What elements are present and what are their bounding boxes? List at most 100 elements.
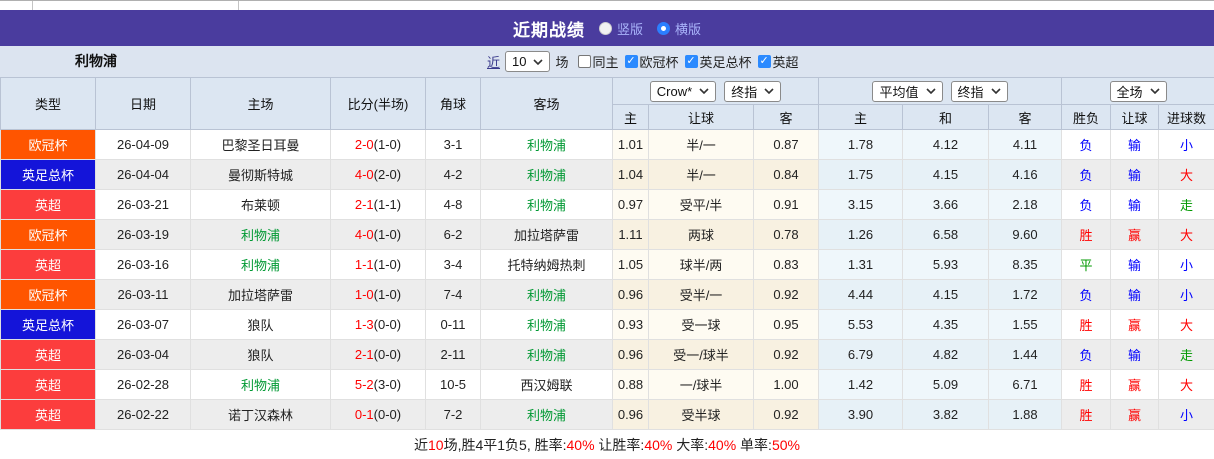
table-row: 欧冠杯 26-03-11 加拉塔萨雷 1-0(1-0) 7-4 利物浦 0.96… [0, 279, 1214, 310]
chevron-down-icon [533, 58, 544, 65]
cell-asia-handicap: 一/球半 [648, 369, 754, 400]
cell-asia-home-odds: 0.96 [612, 279, 649, 310]
cell-score: 1-3(0-0) [330, 309, 426, 340]
filter-checkbox-欧冠杯[interactable]: ✓ 欧冠杯 [624, 52, 679, 71]
cell-result-goals: 小 [1157, 399, 1214, 430]
cell-away-team: 西汉姆联 [480, 369, 613, 400]
cell-result-goals: 小 [1157, 249, 1214, 280]
cell-asia-home-odds: 0.88 [612, 369, 649, 400]
layout-option-vertical[interactable]: 竖版 [598, 19, 643, 38]
cell-away-team: 托特纳姆热刺 [480, 249, 613, 280]
cell-asia-handicap: 受半球 [648, 399, 754, 430]
cell-asia-away-odds: 0.91 [753, 189, 819, 220]
odds-time-select[interactable]: 终指 [724, 80, 782, 102]
col-header-score: 比分(半场) [330, 77, 426, 130]
cell-asia-away-odds: 0.92 [753, 399, 819, 430]
cell-home-team: 利物浦 [190, 249, 331, 280]
layout-option-horizontal[interactable]: 横版 [657, 19, 701, 38]
table-row: 英超 26-02-22 诺丁汉森林 0-1(0-0) 7-2 利物浦 0.96 … [0, 399, 1214, 430]
cell-eu-draw-odds: 5.09 [902, 369, 989, 400]
chevron-down-icon [925, 88, 936, 94]
table-row: 英足总杯 26-04-04 曼彻斯特城 4-0(2-0) 4-2 利物浦 1.0… [0, 159, 1214, 190]
summary-text-segment: 40% [708, 437, 737, 453]
match-count-value: 10 [512, 54, 527, 69]
scope-value: 全场 [1116, 84, 1143, 100]
cell-score: 4-0(2-0) [330, 159, 426, 190]
cell-score: 4-0(1-0) [330, 219, 426, 250]
col-header-date: 日期 [95, 77, 191, 130]
scope-select[interactable]: 全场 [1109, 80, 1167, 102]
summary-text-segment: 大率: [672, 437, 709, 453]
full-time-score: 2-0 [354, 137, 374, 152]
cell-result-wdl: 胜 [1061, 309, 1111, 340]
full-time-score: 4-0 [354, 227, 374, 242]
checked-checkbox-icon[interactable]: ✓ [757, 55, 771, 68]
league-filters: 同主 ✓ 欧冠杯 ✓ 英足总杯 ✓ 英超 [574, 52, 799, 71]
cell-result-goals: 小 [1157, 129, 1214, 160]
summary-text-segment: 40% [566, 437, 595, 453]
half-time-score: (0-0) [373, 407, 402, 422]
recent-link[interactable]: 近 [487, 52, 500, 71]
unchecked-checkbox-icon[interactable] [577, 55, 591, 68]
checked-checkbox-icon[interactable]: ✓ [624, 55, 638, 68]
cell-asia-handicap: 受平/半 [648, 189, 754, 220]
checkbox-label: 英足总杯 [699, 55, 752, 70]
col-header-goals-result: 进球数 [1157, 104, 1214, 130]
checked-checkbox-icon[interactable]: ✓ [684, 55, 698, 68]
filter-checkbox-同主[interactable]: 同主 [577, 52, 619, 71]
chevron-down-icon [764, 88, 774, 94]
full-time-score: 1-3 [354, 317, 374, 332]
filter-checkbox-英超[interactable]: ✓ 英超 [757, 52, 799, 71]
top-strip [0, 0, 1214, 10]
full-time-score: 5-2 [354, 377, 374, 392]
checkbox-label: 同主 [592, 55, 619, 70]
half-time-score: (2-0) [373, 167, 402, 182]
cell-result-wdl: 负 [1061, 129, 1111, 160]
cell-result-wdl: 胜 [1061, 399, 1111, 430]
odds-company-select[interactable]: Crow* [649, 80, 717, 102]
cell-eu-away-odds: 9.60 [988, 219, 1062, 250]
filter-checkbox-英足总杯[interactable]: ✓ 英足总杯 [684, 52, 752, 71]
cell-eu-draw-odds: 4.12 [902, 129, 989, 160]
europe-average-select[interactable]: 平均值 [872, 80, 943, 102]
radio-icon-vertical[interactable] [598, 21, 612, 35]
league-type-badge: 英超 [0, 189, 96, 220]
cell-home-team: 加拉塔萨雷 [190, 279, 331, 310]
cell-eu-home-odds: 1.75 [818, 159, 903, 190]
cell-eu-away-odds: 8.35 [988, 249, 1062, 280]
cell-result-goals: 大 [1157, 369, 1214, 400]
cell-score: 2-0(1-0) [330, 129, 426, 160]
match-count-select[interactable]: 10 [505, 51, 551, 72]
odds-company-value: Crow* [656, 83, 693, 99]
team-name: 利物浦 [75, 53, 117, 69]
table-row: 英超 26-03-04 狼队 2-1(0-0) 2-11 利物浦 0.96 受一… [0, 339, 1214, 370]
radio-icon-horizontal[interactable] [657, 21, 670, 35]
col-header-type: 类型 [0, 77, 96, 130]
title-bar: 近期战绩 竖版 横版 [0, 10, 1214, 46]
cell-asia-handicap: 半/一 [648, 159, 754, 190]
cell-asia-home-odds: 1.01 [612, 129, 649, 160]
cell-date: 26-02-28 [95, 369, 191, 400]
league-type-badge: 英足总杯 [0, 309, 96, 340]
header-select-row: 类型 日期 主场 比分(半场) 角球 客场 Crow* 终指 平均值 终指 全场 [0, 77, 1214, 130]
cell-date: 26-03-21 [95, 189, 191, 220]
col-header-corner: 角球 [425, 77, 481, 130]
europe-time-select[interactable]: 终指 [950, 80, 1008, 102]
chevron-down-icon [990, 88, 1001, 94]
cell-eu-draw-odds: 4.35 [902, 309, 989, 340]
cell-asia-handicap: 受一球 [648, 309, 754, 340]
col-header-asia-away: 客 [753, 104, 819, 130]
cell-away-team: 加拉塔萨雷 [480, 219, 613, 250]
cell-score: 5-2(3-0) [330, 369, 426, 400]
league-type-badge: 英超 [0, 339, 96, 370]
cell-corner: 3-1 [425, 129, 481, 160]
radio-label-horizontal: 横版 [675, 21, 702, 37]
cell-asia-away-odds: 0.92 [753, 339, 819, 370]
cell-result-handicap: 赢 [1110, 369, 1159, 400]
asian-odds-group-header: Crow* 终指 [612, 77, 819, 105]
half-time-score: (0-0) [373, 347, 402, 362]
chevron-down-icon [1149, 88, 1160, 94]
cell-asia-handicap: 球半/两 [648, 249, 754, 280]
full-time-score: 4-0 [354, 167, 374, 182]
summary-text-segment: 近 [414, 437, 429, 453]
